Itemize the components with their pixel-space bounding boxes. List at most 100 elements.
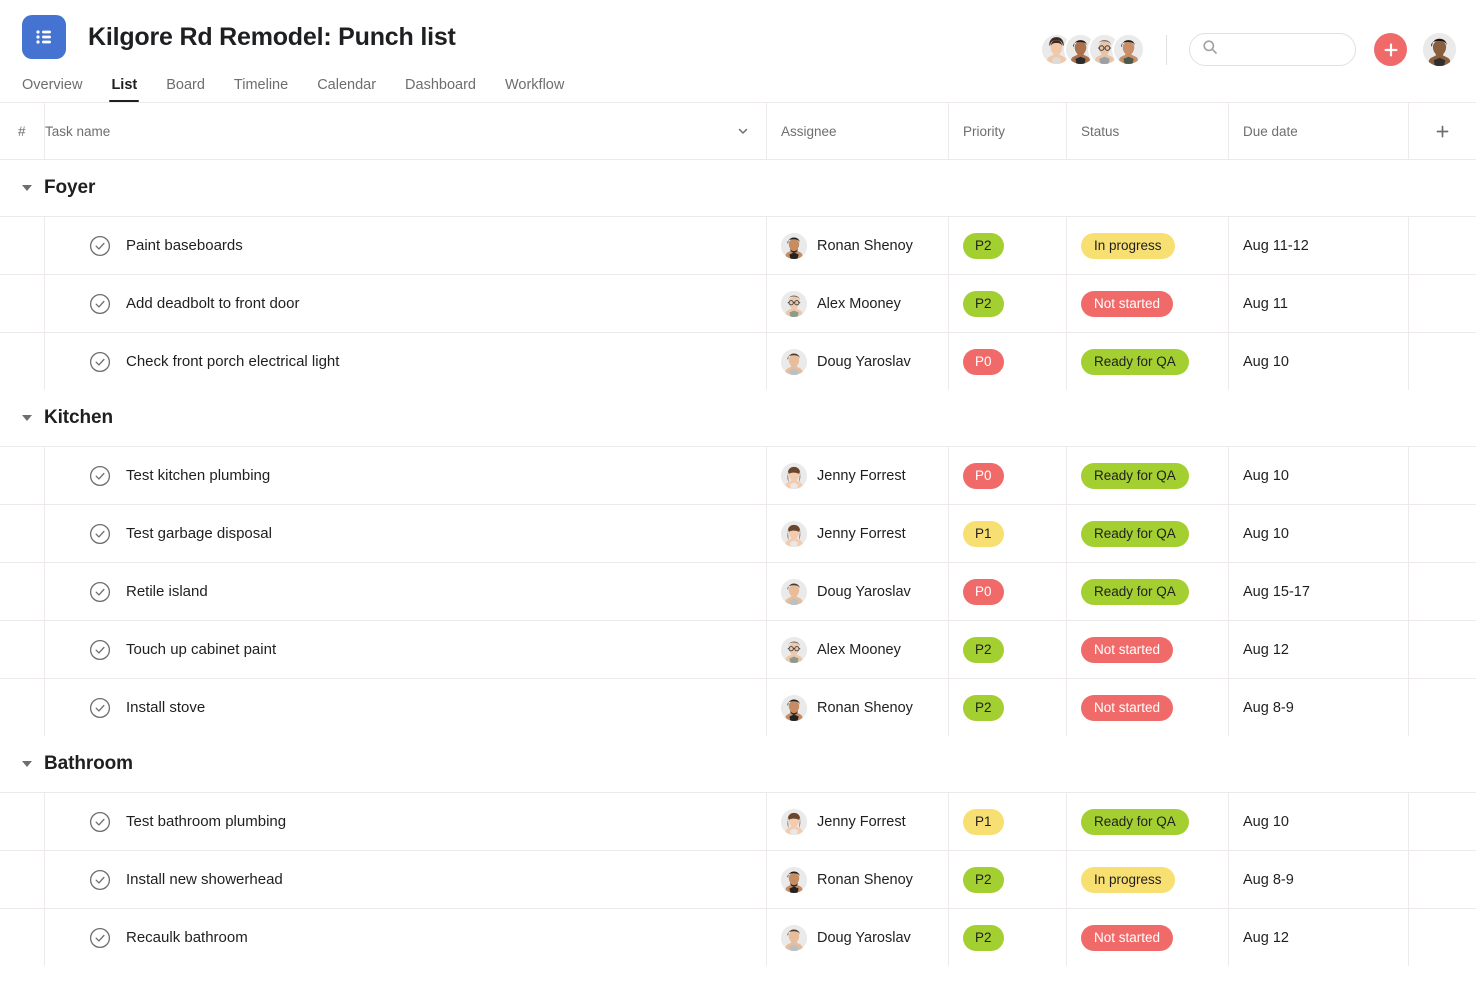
due-date-cell[interactable]: Aug 15-17 [1228,563,1408,620]
status-cell[interactable]: Ready for QA [1066,563,1228,620]
task-name-cell[interactable]: Test bathroom plumbing [44,793,766,850]
priority-badge[interactable]: P2 [963,233,1004,259]
tab-list[interactable]: List [111,78,137,103]
table-row[interactable]: Retile islandDoug YaroslavP0Ready for QA… [0,562,1476,620]
priority-badge[interactable]: P2 [963,925,1004,951]
priority-badge[interactable]: P2 [963,637,1004,663]
search-box[interactable] [1189,33,1356,66]
due-date-cell[interactable]: Aug 8-9 [1228,679,1408,736]
priority-badge[interactable]: P0 [963,349,1004,375]
table-row[interactable]: Recaulk bathroomDoug Yaroslav P2 Not start… [0,908,1476,966]
section-collapse-caret[interactable] [22,761,32,767]
assignee-cell[interactable]: Ronan Shenoy [766,217,948,274]
table-row[interactable]: Install new showerheadRonan Shenoy P2 In p… [0,850,1476,908]
status-cell[interactable]: In progress [1066,851,1228,908]
status-cell[interactable]: Ready for QA [1066,793,1228,850]
chevron-down-icon[interactable] [736,124,750,138]
status-cell[interactable]: Not started [1066,621,1228,678]
priority-cell[interactable]: P2 [948,909,1066,966]
task-name-cell[interactable]: Recaulk bathroom [44,909,766,966]
priority-badge[interactable]: P2 [963,867,1004,893]
complete-task-icon[interactable] [89,869,111,891]
priority-cell[interactable]: P2 [948,851,1066,908]
priority-badge[interactable]: P1 [963,521,1004,547]
section-collapse-caret[interactable] [22,415,32,421]
priority-cell[interactable]: P2 [948,621,1066,678]
complete-task-icon[interactable] [89,581,111,603]
table-row[interactable]: Test kitchen plumbingJenny Forrest P0 Read… [0,446,1476,504]
task-name-cell[interactable]: Install new showerhead [44,851,766,908]
status-badge[interactable]: Ready for QA [1081,579,1189,605]
complete-task-icon[interactable] [89,639,111,661]
section-collapse-caret[interactable] [22,185,32,191]
priority-badge[interactable]: P1 [963,809,1004,835]
status-badge[interactable]: Ready for QA [1081,521,1189,547]
status-cell[interactable]: Ready for QA [1066,505,1228,562]
tab-calendar[interactable]: Calendar [317,78,376,103]
complete-task-icon[interactable] [89,697,111,719]
status-badge[interactable]: Ready for QA [1081,463,1189,489]
current-user-avatar[interactable] [1423,33,1456,66]
complete-task-icon[interactable] [89,293,111,315]
priority-cell[interactable]: P2 [948,217,1066,274]
task-name-cell[interactable]: Test kitchen plumbing [44,447,766,504]
status-badge[interactable]: Not started [1081,637,1173,663]
assignee-cell[interactable]: Ronan Shenoy [766,851,948,908]
assignee-cell[interactable]: Alex Mooney [766,621,948,678]
priority-cell[interactable]: P1 [948,505,1066,562]
due-date-cell[interactable]: Aug 10 [1228,447,1408,504]
complete-task-icon[interactable] [89,811,111,833]
table-row[interactable]: Check front porch electrical lightDoug Y… [0,332,1476,390]
status-badge[interactable]: Ready for QA [1081,349,1189,375]
assignee-cell[interactable]: Doug Yaroslav [766,909,948,966]
complete-task-icon[interactable] [89,235,111,257]
assignee-cell[interactable]: Jenny Forrest [766,447,948,504]
assignee-cell[interactable]: Doug Yaroslav [766,333,948,390]
due-date-cell[interactable]: Aug 10 [1228,505,1408,562]
priority-cell[interactable]: P0 [948,333,1066,390]
table-row[interactable]: Test garbage disposalJenny ForrestP1Read… [0,504,1476,562]
due-date-cell[interactable]: Aug 8-9 [1228,851,1408,908]
priority-badge[interactable]: P0 [963,463,1004,489]
table-row[interactable]: Install stoveRonan ShenoyP2Not startedAu… [0,678,1476,736]
priority-badge[interactable]: P0 [963,579,1004,605]
status-cell[interactable]: Not started [1066,909,1228,966]
status-cell[interactable]: In progress [1066,217,1228,274]
status-cell[interactable]: Not started [1066,679,1228,736]
due-date-cell[interactable]: Aug 12 [1228,621,1408,678]
member-avatar-stack[interactable] [1040,33,1145,66]
tab-overview[interactable]: Overview [22,78,82,103]
task-name-cell[interactable]: Paint baseboards [44,217,766,274]
priority-badge[interactable]: P2 [963,695,1004,721]
complete-task-icon[interactable] [89,351,111,373]
task-name-cell[interactable]: Add deadbolt to front door [44,275,766,332]
complete-task-icon[interactable] [89,927,111,949]
status-cell[interactable]: Ready for QA [1066,447,1228,504]
status-badge[interactable]: Not started [1081,291,1173,317]
assignee-cell[interactable]: Jenny Forrest [766,793,948,850]
search-input[interactable] [1226,42,1343,57]
add-column-button[interactable] [1408,103,1476,160]
task-name-cell[interactable]: Touch up cabinet paint [44,621,766,678]
tab-board[interactable]: Board [166,78,205,103]
assignee-cell[interactable]: Jenny Forrest [766,505,948,562]
table-row[interactable]: Paint baseboardsRonan Shenoy P2 In progres… [0,216,1476,274]
member-avatar-4[interactable] [1112,33,1145,66]
priority-cell[interactable]: P2 [948,679,1066,736]
priority-cell[interactable]: P0 [948,563,1066,620]
priority-cell[interactable]: P0 [948,447,1066,504]
status-badge[interactable]: In progress [1081,233,1175,259]
due-date-cell[interactable]: Aug 10 [1228,333,1408,390]
status-badge[interactable]: Not started [1081,695,1173,721]
tab-dashboard[interactable]: Dashboard [405,78,476,103]
table-row[interactable]: Test bathroom plumbingJenny Forrest P1 Rea… [0,792,1476,850]
add-task-button[interactable] [1374,33,1407,66]
assignee-cell[interactable]: Ronan Shenoy [766,679,948,736]
status-badge[interactable]: Not started [1081,925,1173,951]
tab-workflow[interactable]: Workflow [505,78,564,103]
due-date-cell[interactable]: Aug 11 [1228,275,1408,332]
status-badge[interactable]: In progress [1081,867,1175,893]
assignee-cell[interactable]: Doug Yaroslav [766,563,948,620]
priority-badge[interactable]: P2 [963,291,1004,317]
table-row[interactable]: Add deadbolt to front doorAlex MooneyP2N… [0,274,1476,332]
